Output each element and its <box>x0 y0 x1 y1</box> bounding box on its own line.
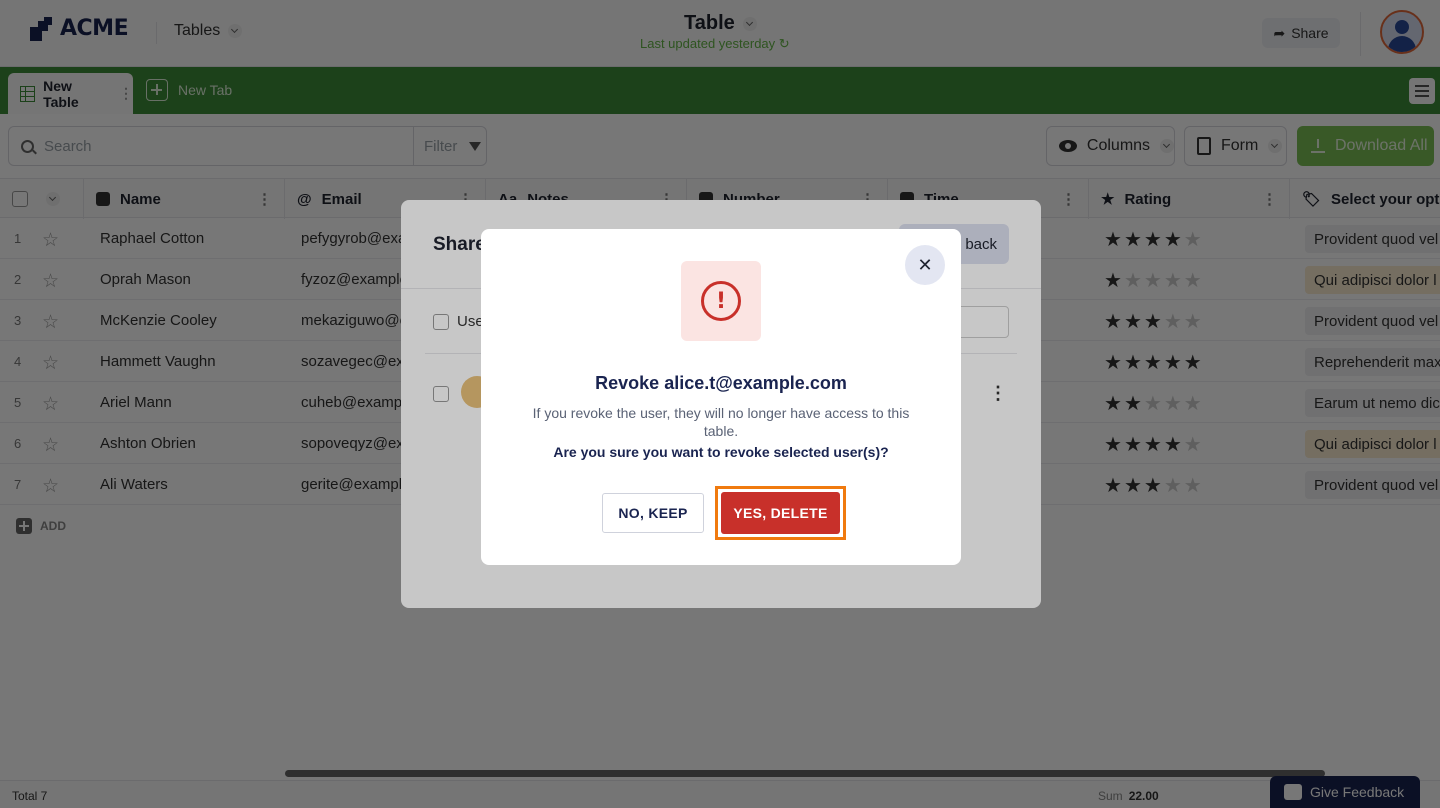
dialog-message: If you revoke the user, they will no lon… <box>532 405 910 439</box>
no-keep-button[interactable]: NO, KEEP <box>602 493 704 533</box>
keep-label: NO, KEEP <box>618 505 688 521</box>
yes-delete-button[interactable]: YES, DELETE <box>721 492 840 534</box>
delete-label: YES, DELETE <box>733 505 828 521</box>
delete-focus-outline: YES, DELETE <box>715 486 846 540</box>
close-icon: ✕ <box>917 254 933 275</box>
revoke-confirm-dialog: ! ✕ Revoke alice.t@example.com If you re… <box>481 229 961 565</box>
close-dialog-button[interactable]: ✕ <box>905 245 945 285</box>
exclamation-icon: ! <box>701 281 741 321</box>
dialog-title: Revoke alice.t@example.com <box>595 373 847 393</box>
dialog-question: Are you sure you want to revoke selected… <box>553 444 889 460</box>
warning-badge: ! <box>681 261 761 341</box>
